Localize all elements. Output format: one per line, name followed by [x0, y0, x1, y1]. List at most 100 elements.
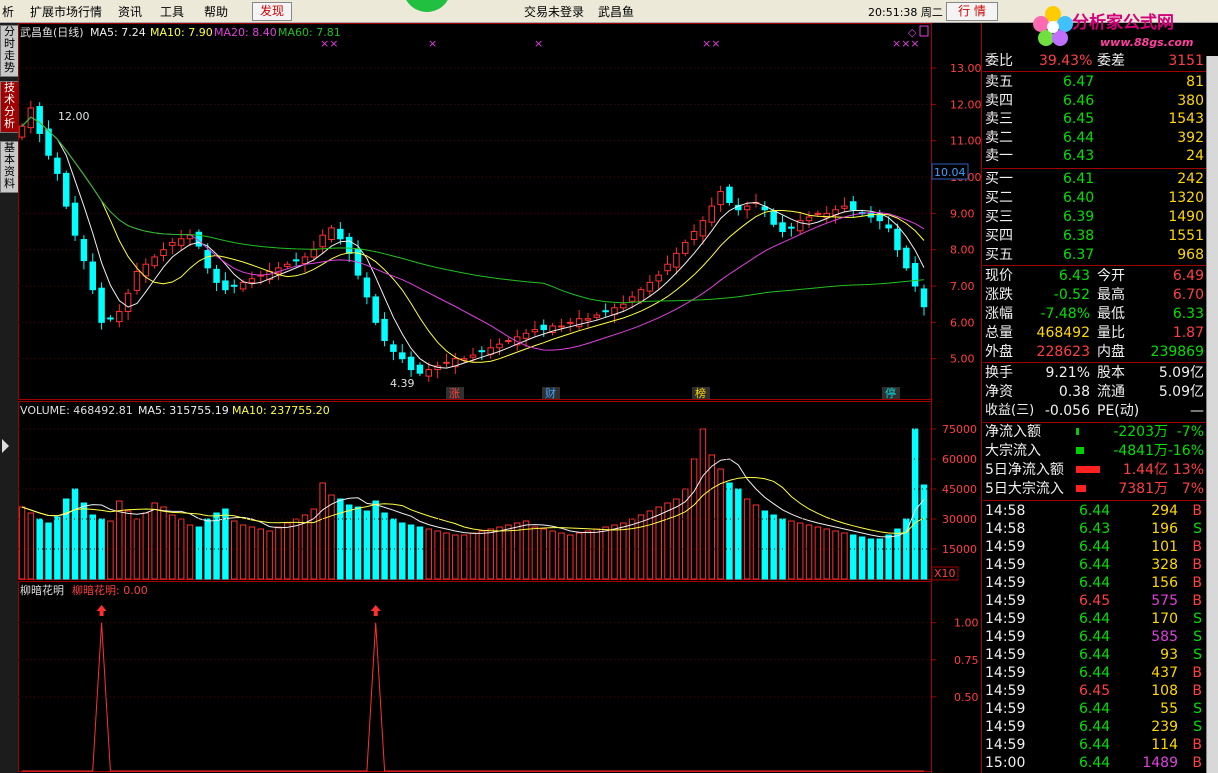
candle-body — [443, 361, 450, 364]
signal-arrow-icon — [370, 605, 381, 616]
candle-body — [911, 262, 919, 287]
stat-label: 涨幅 — [985, 306, 1013, 322]
candle-body — [522, 332, 530, 339]
ask-label: 卖五 — [985, 74, 1013, 90]
candle-body — [779, 222, 786, 233]
volume-tick-label: 60000 — [942, 453, 977, 466]
volume-bar — [248, 526, 256, 580]
stat2-value: 5.09亿 — [1158, 365, 1204, 381]
market-button[interactable]: 行 情 — [946, 2, 998, 21]
volume-bar — [98, 518, 105, 580]
candle-body — [593, 314, 601, 318]
volume-bar — [858, 536, 866, 580]
candle-body — [301, 256, 309, 264]
candle-body — [708, 205, 716, 223]
volume-bar — [328, 494, 335, 580]
volume-bar — [425, 528, 433, 580]
flow-value: -2203万 — [1113, 424, 1168, 440]
bid-row: 买一 6.41 242 — [983, 170, 1206, 188]
menu-item-news[interactable]: 资讯 — [118, 3, 142, 20]
quote-separator — [983, 168, 1206, 169]
event-mark-finance[interactable]: 财 — [545, 386, 556, 400]
tick-volume: 55 — [1160, 701, 1178, 717]
tick-row: 14:59 6.44 239 S — [983, 718, 1206, 736]
chart-area[interactable]: 13.0012.0011.0010.009.008.007.006.005.00… — [18, 23, 983, 773]
indicator-panel-border — [18, 581, 932, 772]
event-mark-limit-up[interactable]: 涨 — [449, 387, 460, 400]
candle-body — [239, 281, 247, 290]
discover-button[interactable]: 发现 — [252, 2, 292, 21]
candle-body — [531, 329, 539, 333]
stat2-row: 净资 0.38 流通 5.09亿 — [983, 383, 1206, 401]
ask-volume: 24 — [1186, 148, 1204, 164]
tick-price: 6.44 — [1079, 557, 1111, 573]
tick-price: 6.44 — [1079, 647, 1111, 663]
expand-arrow-icon[interactable] — [2, 439, 9, 453]
quote-separator — [983, 500, 1206, 501]
menu-item-help[interactable]: 帮助 — [204, 3, 228, 20]
candle-body — [177, 238, 185, 246]
volume-unit: X10 — [934, 567, 956, 580]
stat-row: 总量 468492 量比 1.87 — [983, 324, 1206, 342]
tick-side: S — [1193, 647, 1202, 663]
bid-price: 6.41 — [1063, 171, 1095, 187]
volume-bar — [266, 530, 273, 580]
tick-side: B — [1192, 737, 1202, 753]
price-tick-label: 12.00 — [950, 98, 982, 111]
window-icon[interactable] — [919, 25, 929, 37]
stat-label: 今开 — [1097, 268, 1125, 284]
tab-fundamentals[interactable]: 基本资料 — [0, 141, 19, 193]
candle-body — [478, 350, 486, 353]
candle-body — [133, 270, 141, 291]
volume-bar — [151, 502, 158, 580]
indicator-axis: 1.00 0.75 0.50 — [18, 617, 979, 704]
volume-bar — [54, 516, 61, 580]
volume-bar — [80, 502, 88, 580]
menu-item-extended-market[interactable]: 扩展市场行情 — [30, 3, 102, 20]
diamond-icon[interactable]: ◇ — [908, 26, 917, 39]
volume-bar — [885, 534, 892, 580]
weicha-value: 3151 — [1168, 53, 1204, 69]
tick-volume: 575 — [1151, 593, 1178, 609]
tick-volume: 196 — [1151, 521, 1178, 537]
volume-bar — [337, 498, 344, 580]
chart-header: 武昌鱼(日线) — [20, 25, 84, 39]
right-scrollbar[interactable] — [1206, 56, 1218, 773]
bid-price: 6.38 — [1063, 228, 1095, 244]
volume-ma10-label: MA10: 237755.20 — [232, 404, 330, 417]
event-mark-suspended[interactable]: 停 — [885, 386, 896, 400]
tick-price: 6.45 — [1079, 593, 1111, 609]
candle-body — [89, 261, 96, 291]
menu-item-tools[interactable]: 工具 — [160, 3, 184, 20]
candle-body — [496, 343, 503, 349]
tab-technical-analysis[interactable]: 技术分析 — [0, 81, 19, 133]
candle-body — [920, 288, 928, 308]
stat2-label: 收益(三) — [985, 403, 1035, 418]
candle-body — [681, 241, 689, 254]
stat-value: -0.52 — [1053, 287, 1090, 303]
tick-time: 14:59 — [985, 539, 1026, 555]
candle-body — [116, 310, 123, 323]
volume-bar — [230, 520, 238, 580]
flow-pct: -7% — [1176, 424, 1204, 440]
volume-bar — [407, 524, 415, 580]
candle-body — [284, 263, 291, 267]
volume-bar — [36, 518, 43, 580]
stat2-row: 换手 9.21% 股本 5.09亿 — [983, 364, 1206, 382]
price-tick-label: 9.00 — [950, 207, 975, 220]
bid-label: 买一 — [985, 171, 1013, 187]
volume-bar — [124, 510, 132, 580]
volume-tick-label: 45000 — [942, 483, 977, 496]
menu-item-analysis[interactable]: 析 — [2, 3, 14, 20]
ma5-line — [21, 116, 925, 369]
tick-side: S — [1193, 701, 1202, 717]
tick-price: 6.44 — [1079, 503, 1111, 519]
volume-bar — [257, 528, 265, 580]
event-mark-ranking[interactable]: 榜 — [695, 386, 706, 400]
price-tick-label: 7.00 — [950, 280, 975, 293]
bid-volume: 968 — [1177, 247, 1204, 263]
tab-intraday[interactable]: 分时走势 — [0, 25, 19, 77]
volume-bar — [177, 518, 185, 580]
indicator-tick-label: 0.75 — [954, 654, 979, 667]
volume-ma5-label: MA5: 315755.19 — [138, 404, 229, 417]
